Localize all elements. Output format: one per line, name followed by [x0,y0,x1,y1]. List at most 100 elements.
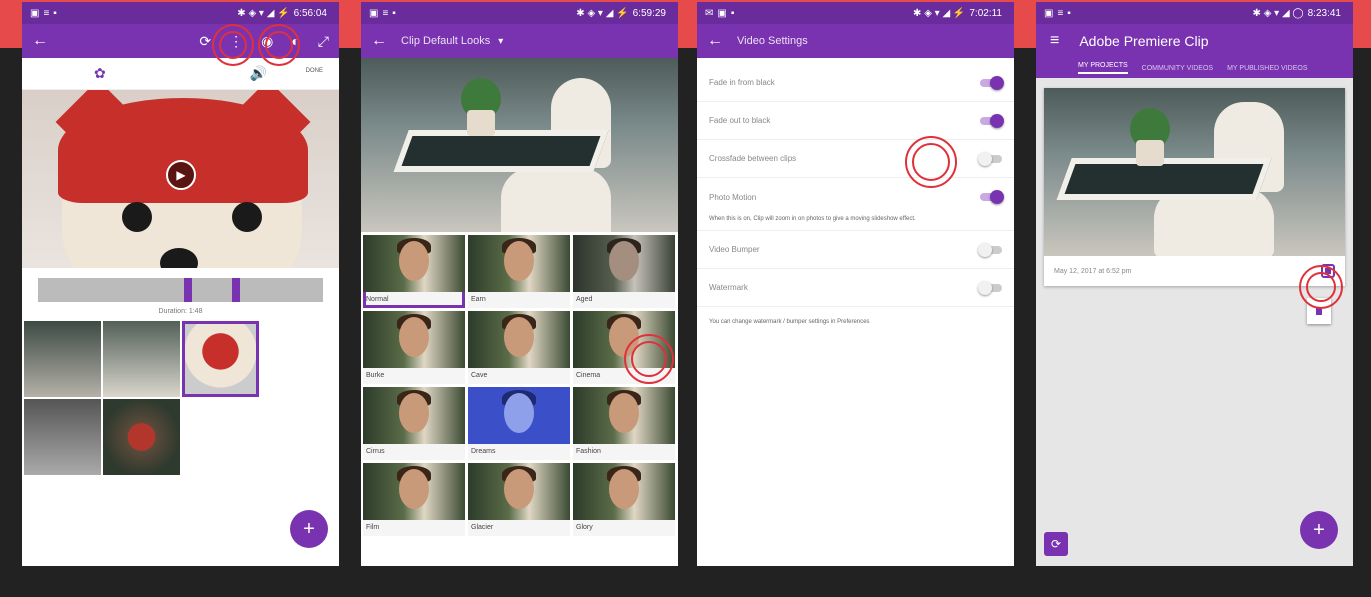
look-option[interactable]: Normal [363,235,465,308]
look-option[interactable]: Cave [468,311,570,384]
sync-icon[interactable]: ⟳ [1044,532,1068,556]
refresh-icon[interactable]: ⟳ [199,33,211,50]
clip-thumbnail[interactable] [103,321,180,397]
clip-thumbnail-selected[interactable] [182,321,259,397]
look-label: Glacier [471,524,494,531]
setting-toggle[interactable] [980,190,1004,204]
setting-toggle[interactable] [980,75,1004,90]
look-label: Film [366,524,380,531]
projects-tabs: MY PROJECTS COMMUNITY VIDEOS MY PUBLISHE… [1036,58,1353,78]
look-option[interactable]: Film [363,463,465,536]
highlight-circle [212,24,254,66]
look-thumbnail [468,311,570,368]
fox-eye-left [122,202,152,232]
setting-label: Watermark [709,283,748,292]
looks-grid: Normal Earn Aged Burke Cave Cinema Cirrus Dream… [361,232,678,539]
hamburger-menu-icon[interactable]: ≡ [1050,32,1059,50]
gear-icon[interactable]: ✿ [94,65,106,82]
setting-toggle[interactable] [978,151,1002,166]
expand-icon[interactable]: ⤢ [318,33,329,50]
clip-thumbnail[interactable] [24,399,101,475]
setting-row[interactable]: Fade out to black [697,102,1014,140]
setting-toggle[interactable] [980,113,1004,128]
setting-row[interactable]: Video Bumper [697,231,1014,269]
highlight-circle [905,136,957,188]
status-bar: ✉ ▣ ▪ ✱ ◈ ▾ ◢ ⚡ 7:02:11 [697,2,1014,24]
look-option[interactable]: Aged [573,235,675,308]
app-title: Adobe Premiere Clip [1079,33,1209,49]
video-preview[interactable]: ▶ [22,90,339,268]
volume-icon[interactable]: 🔊 [250,65,267,82]
look-option[interactable]: Glacier [468,463,570,536]
setting-row[interactable]: Watermark [697,269,1014,307]
clip-thumbnail[interactable] [103,399,180,475]
add-clip-button[interactable]: + [290,510,328,548]
look-option[interactable]: Dreams [468,387,570,460]
status-bar: ▣ ≡ ▪ ✱ ◈ ▾ ◢ ◯ 8:23:41 [1036,2,1353,24]
tab-published-videos[interactable]: MY PUBLISHED VIDEOS [1227,65,1307,72]
signal-icons: ✱ ◈ ▾ ◢ ◯ [1252,7,1304,19]
trim-start-handle[interactable] [184,278,192,302]
tab-community-videos[interactable]: COMMUNITY VIDEOS [1142,65,1213,72]
look-face [504,393,534,433]
play-icon[interactable]: ▶ [166,160,196,190]
looks-title[interactable]: Clip Default Looks [401,35,490,47]
tab-my-projects[interactable]: MY PROJECTS [1078,62,1128,74]
setting-label: Video Bumper [709,245,760,254]
pot [467,110,495,136]
mail-icon: ✉ [705,7,714,19]
back-arrow-icon[interactable]: ← [707,32,723,50]
new-project-button[interactable]: + [1300,511,1338,549]
look-face [504,241,534,281]
status-bar: ▣ ≡ ▪ ✱ ◈ ▾ ◢ ⚡ 6:56:04 [22,2,339,24]
project-card[interactable]: May 12, 2017 at 6:52 pm [1044,88,1345,286]
fox-ear-left [55,90,141,165]
look-label: Earn [471,296,486,303]
gallery-icon: ▣ [369,7,379,19]
trim-end-handle[interactable] [232,278,240,302]
setting-row[interactable]: Fade in from black [697,64,1014,102]
fox-eye-right [232,202,262,232]
table [393,130,609,172]
look-preview-photo [361,58,678,232]
look-label: Glory [576,524,593,531]
look-thumbnail [573,235,675,292]
toggle-knob [978,242,992,257]
look-thumbnail [468,235,570,292]
toggle-knob [978,151,992,166]
clip-thumbnails [22,315,339,475]
setting-row[interactable]: Photo Motion [697,178,1014,216]
toggle-knob [990,190,1004,204]
menu-icon: ≡ [1057,7,1064,19]
look-face [399,469,429,509]
project-thumbnail[interactable] [1044,88,1345,256]
look-thumbnail [573,387,675,444]
clip-thumbnail[interactable] [24,321,101,397]
look-face [399,241,429,281]
look-option[interactable]: Glory [573,463,675,536]
toggle-knob [990,75,1004,90]
save-icon: ▪ [1067,7,1071,19]
back-arrow-icon[interactable]: ← [32,32,48,50]
done-label[interactable]: DONE [306,68,323,74]
look-label: Burke [366,372,385,379]
highlight-circle [624,334,674,384]
look-thumbnail [363,235,465,292]
menu-icon: ≡ [43,7,50,19]
setting-row[interactable]: Crossfade between clips [697,140,1014,178]
setting-toggle[interactable] [978,242,1002,257]
look-label: Aged [576,296,593,303]
trim-timeline[interactable] [38,278,323,302]
look-thumbnail [363,463,465,520]
look-option[interactable]: Cirrus [363,387,465,460]
look-option[interactable]: Burke [363,311,465,384]
look-option[interactable]: Earn [468,235,570,308]
back-arrow-icon[interactable]: ← [371,32,387,50]
look-thumbnail [468,387,570,444]
look-option[interactable]: Fashion [573,387,675,460]
save-icon: ▪ [730,7,735,19]
look-label: Cirrus [366,448,385,455]
dropdown-icon[interactable]: ▾ [498,36,503,47]
look-label: Cave [471,372,488,379]
setting-toggle[interactable] [978,280,1002,295]
